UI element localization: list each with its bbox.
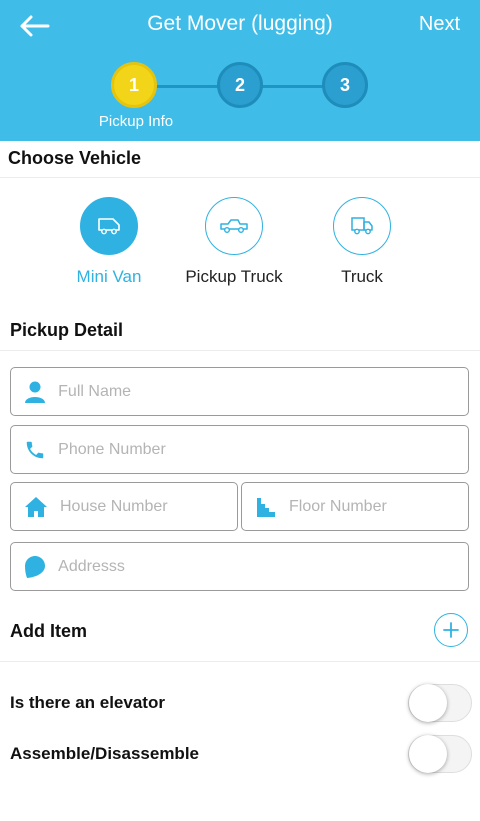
assemble-toggle[interactable] [408,735,472,773]
truck-icon [351,217,373,235]
vehicle-pickup-truck-circle [205,197,263,255]
add-item-button[interactable] [434,613,468,647]
location-dot-icon [24,555,46,579]
full-name-field[interactable] [10,367,469,416]
person-icon [24,380,46,404]
step-1-label: Pickup Info [98,113,174,130]
floor-number-input[interactable] [289,497,468,516]
floor-number-field[interactable] [241,482,469,531]
stepper-connector-2 [262,85,324,88]
full-name-input[interactable] [58,382,468,401]
elevator-toggle[interactable] [408,684,472,722]
phone-number-input[interactable] [58,440,468,459]
pickup-detail-heading: Pickup Detail [10,320,124,340]
address-input[interactable] [58,557,468,576]
step-2-number: 2 [234,74,245,95]
pickup-truck-icon [220,219,248,233]
divider [0,350,480,351]
stepper-connector-1 [156,85,220,88]
house-number-field[interactable] [10,482,238,531]
van-icon [98,218,120,235]
divider [0,661,480,662]
address-field[interactable] [10,542,469,591]
add-item-heading: Add Item [10,621,88,641]
step-1-number: 1 [128,74,139,95]
phone-icon [24,438,46,462]
house-number-input[interactable] [60,497,237,516]
step-3-number: 3 [339,74,350,95]
divider [0,177,480,178]
step-1: 1 [111,62,157,108]
step-3: 3 [322,62,368,108]
vehicle-mini-van[interactable]: Mini Van [39,197,179,287]
vehicle-pickup-truck-label: Pickup Truck [185,267,283,286]
phone-number-field[interactable] [10,425,469,474]
vehicle-truck-label: Truck [341,267,383,286]
vehicle-mini-van-circle [80,197,138,255]
plus-circle-icon [443,622,459,638]
assemble-toggle-knob [409,735,447,773]
elevator-toggle-knob [409,684,447,722]
vehicle-pickup-truck[interactable]: Pickup Truck [164,197,304,287]
home-icon [24,495,48,519]
choose-vehicle-heading: Choose Vehicle [8,148,142,168]
assemble-option-label: Assemble/Disassemble [10,744,199,763]
step-2: 2 [217,62,263,108]
elevator-option-label: Is there an elevator [10,693,165,712]
stairs-icon [255,495,277,519]
vehicle-truck-circle [333,197,391,255]
app-header: Get Mover (lugging) Next 1 2 3 Pickup In… [0,0,480,141]
vehicle-truck[interactable]: Truck [292,197,432,287]
next-button[interactable]: Next [419,13,460,36]
vehicle-mini-van-label: Mini Van [76,267,142,286]
page-title: Get Mover (lugging) [147,12,333,35]
